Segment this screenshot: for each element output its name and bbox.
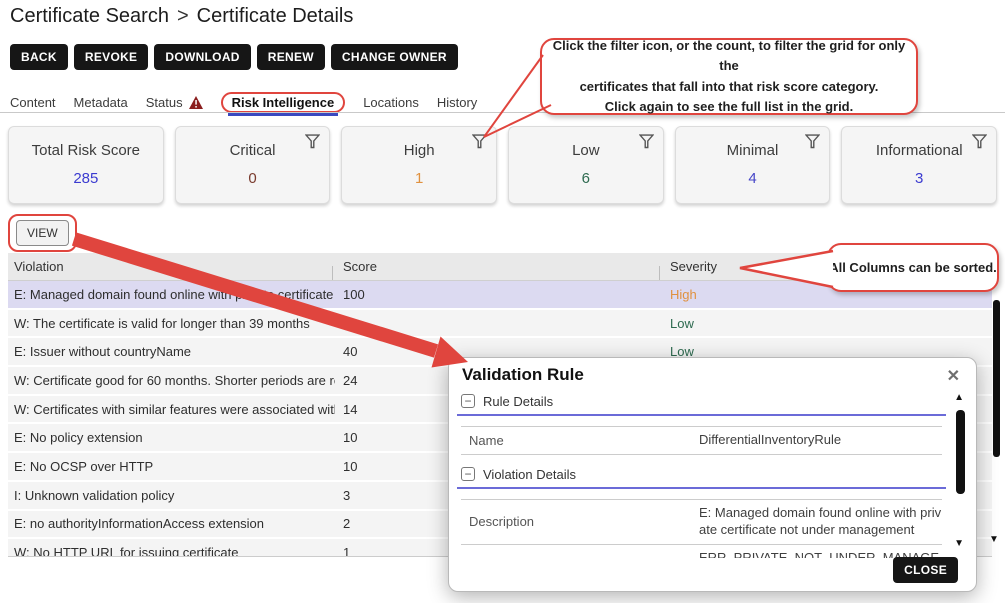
card-critical: Critical 0	[175, 126, 331, 204]
filter-icon[interactable]	[805, 134, 820, 149]
card-low: Low 6	[508, 126, 664, 204]
view-button-annotation: VIEW	[8, 214, 77, 252]
tab-content[interactable]: Content	[10, 95, 56, 110]
filter-icon[interactable]	[639, 134, 654, 149]
filter-icon[interactable]	[472, 134, 487, 149]
section-rule-details: − Rule Details	[461, 392, 954, 410]
breadcrumb: Certificate Search > Certificate Details	[10, 5, 353, 28]
sort-annotation-callout: All Columns can be sorted.	[827, 243, 999, 292]
page-title: Certificate Details	[197, 5, 354, 27]
close-icon[interactable]: ✕	[947, 366, 960, 386]
warning-icon	[189, 96, 203, 109]
field-label: Name	[461, 433, 699, 448]
field-value: E: Managed domain found online with priv…	[699, 505, 942, 538]
card-count[interactable]: 3	[842, 170, 996, 187]
table-row[interactable]: W: The certificate is valid for longer t…	[8, 310, 992, 339]
view-button[interactable]: VIEW	[16, 220, 69, 246]
grid-scroll-down-icon[interactable]: ▼	[989, 534, 999, 545]
tab-status[interactable]: Status	[146, 95, 203, 110]
modal-scroll-down-icon[interactable]: ▼	[954, 538, 964, 549]
card-label: Total Risk Score	[9, 142, 163, 159]
revoke-button[interactable]: REVOKE	[74, 44, 148, 70]
field-name: Name DifferentialInventoryRule	[461, 427, 942, 455]
card-count: 285	[9, 170, 163, 187]
tab-bar: Content Metadata Status Risk Intelligenc…	[10, 91, 477, 113]
section-violation-details: − Violation Details	[461, 465, 954, 483]
filter-icon[interactable]	[305, 134, 320, 149]
close-button[interactable]: CLOSE	[893, 557, 958, 583]
tab-metadata[interactable]: Metadata	[74, 95, 128, 110]
renew-button[interactable]: RENEW	[257, 44, 325, 70]
card-informational: Informational 3	[841, 126, 997, 204]
action-toolbar: BACK REVOKE DOWNLOAD RENEW CHANGE OWNER	[10, 44, 458, 70]
card-minimal: Minimal 4	[675, 126, 831, 204]
certificate-details-page: Certificate Search > Certificate Details B…	[0, 0, 1005, 603]
tab-history[interactable]: History	[437, 95, 477, 110]
filter-icon[interactable]	[972, 134, 987, 149]
column-header-violation[interactable]: Violation	[8, 259, 335, 274]
field-value: DifferentialInventoryRule	[699, 432, 942, 448]
risk-score-cards: Total Risk Score 285 Critical 0 High 1 L…	[8, 126, 997, 204]
card-count[interactable]: 6	[509, 170, 663, 187]
card-count[interactable]: 1	[342, 170, 496, 187]
modal-content: − Rule Details Name DifferentialInventor…	[449, 388, 954, 558]
field-description: Description E: Managed domain found onli…	[461, 500, 942, 545]
column-header-score[interactable]: Score	[335, 259, 662, 274]
breadcrumb-certificate-search[interactable]: Certificate Search	[10, 5, 169, 27]
modal-scrollbar-thumb[interactable]	[956, 410, 965, 494]
modal-title: Validation Rule	[462, 365, 584, 385]
card-count[interactable]: 0	[176, 170, 330, 187]
tab-risk-intelligence[interactable]: Risk Intelligence	[221, 92, 346, 113]
collapse-icon[interactable]: −	[461, 467, 475, 481]
back-button[interactable]: BACK	[10, 44, 68, 70]
download-button[interactable]: DOWNLOAD	[154, 44, 250, 70]
section-title: Rule Details	[483, 394, 553, 409]
section-title: Violation Details	[483, 467, 576, 482]
collapse-icon[interactable]: −	[461, 394, 475, 408]
field-code: Code ERR_PRIVATE_NOT_UNDER_MANAGEMENT	[461, 545, 942, 558]
card-count[interactable]: 4	[676, 170, 830, 187]
modal-scroll-up-icon[interactable]: ▲	[954, 392, 964, 403]
filter-annotation-callout: Click the filter icon, or the count, to …	[540, 38, 918, 115]
card-total-risk-score: Total Risk Score 285	[8, 126, 164, 204]
field-label: Description	[461, 514, 699, 529]
breadcrumb-separator: >	[177, 5, 189, 27]
section-underline	[457, 414, 946, 416]
card-high: High 1	[341, 126, 497, 204]
tab-locations[interactable]: Locations	[363, 95, 419, 110]
validation-rule-modal: Validation Rule ✕ − Rule Details Name Di…	[448, 357, 977, 592]
section-underline	[457, 487, 946, 489]
change-owner-button[interactable]: CHANGE OWNER	[331, 44, 458, 70]
grid-scrollbar-thumb[interactable]	[993, 300, 1000, 457]
